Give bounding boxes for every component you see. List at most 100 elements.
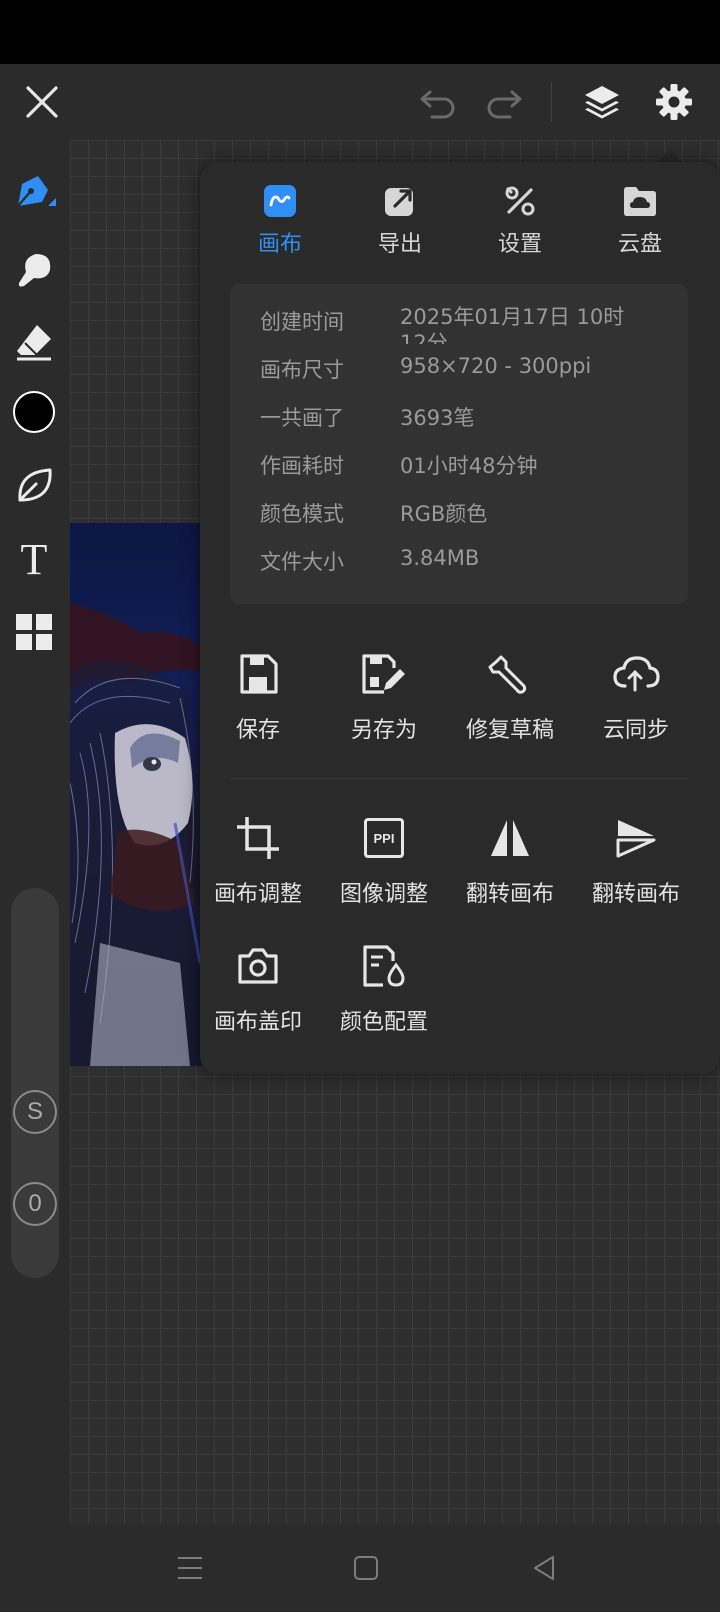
flip-vertical-button[interactable]: 翻转画布: [571, 812, 701, 922]
flip-horizontal-icon: [491, 820, 529, 856]
export-icon: [385, 188, 413, 216]
cloud-sync-icon: [613, 656, 660, 692]
cloud-folder-icon: [624, 187, 656, 216]
cloud-sync-button[interactable]: 云同步: [571, 648, 701, 758]
save-icon: [240, 654, 278, 694]
color-profile-button[interactable]: 颜色配置: [319, 940, 449, 1050]
image-adjust-button[interactable]: PPI 图像调整: [319, 812, 449, 922]
info-row-size: 画布尺寸 958×720 - 300ppi: [230, 348, 688, 392]
tab-cloud-label: 云盘: [617, 232, 662, 257]
info-value: 2025年01月17日 10时12分: [400, 305, 625, 344]
menu-icon: [178, 1557, 202, 1579]
info-key: 画布尺寸: [260, 358, 344, 382]
tab-cloud[interactable]: 云盘: [580, 184, 700, 264]
tools-icon: [505, 186, 535, 216]
tab-canvas-label: 画布: [257, 232, 302, 257]
ppi-icon: PPI: [364, 818, 404, 858]
top-bar: [0, 64, 720, 140]
back-icon: [534, 1556, 554, 1580]
tool-pen[interactable]: [10, 168, 58, 216]
canvas-info-panel: 创建时间 2025年01月17日 10时12分 画布尺寸 958×720 - 3…: [230, 284, 688, 604]
wrench-icon: [488, 655, 527, 694]
layers-button[interactable]: [578, 78, 626, 126]
repair-draft-label: 修复草稿: [465, 718, 554, 743]
info-value: 3.84MB: [400, 546, 480, 570]
save-as-label: 另存为: [350, 718, 417, 743]
tool-sidebar: T S 0: [0, 140, 70, 1524]
canvas-adjust-label: 画布调整: [213, 882, 302, 907]
canvas-adjust-button[interactable]: 画布调整: [193, 812, 323, 922]
settings-button[interactable]: [650, 78, 698, 126]
opacity-knob[interactable]: 0: [13, 1182, 57, 1226]
menu-button[interactable]: [170, 1548, 210, 1588]
info-key: 作画耗时: [260, 454, 344, 478]
redo-button[interactable]: [480, 80, 528, 124]
save-as-icon: [362, 654, 405, 694]
tool-shape[interactable]: [10, 462, 58, 510]
ppi-icon-text: PPI: [373, 830, 395, 846]
info-key: 文件大小: [260, 550, 344, 574]
info-key: 一共画了: [260, 406, 344, 430]
tab-settings[interactable]: 设置: [460, 184, 580, 264]
info-key: 创建时间: [260, 310, 344, 334]
info-row-duration: 作画耗时 01小时48分钟: [230, 444, 688, 488]
canvas-stamp-label: 画布盖印: [213, 1010, 302, 1035]
color-swatch-button[interactable]: [10, 388, 58, 436]
info-row-file-size: 文件大小 3.84MB: [230, 540, 688, 584]
cloud-sync-label: 云同步: [602, 718, 669, 743]
save-as-button[interactable]: 另存为: [319, 648, 449, 758]
tab-canvas[interactable]: 画布: [220, 184, 340, 264]
system-nav-bar: [0, 1524, 720, 1612]
color-profile-label: 颜色配置: [339, 1010, 428, 1035]
flip-horizontal-button[interactable]: 翻转画布: [445, 812, 575, 922]
info-value: 01小时48分钟: [400, 454, 538, 478]
tab-export[interactable]: 导出: [340, 184, 460, 264]
canvas-menu-popup: 画布 导出 设置 云盘 创建时间 2025年01月17日 10时12分 画布尺寸: [200, 162, 720, 1074]
crop-icon: [237, 817, 279, 859]
brush-size-knob-label: S: [26, 1098, 43, 1125]
info-value: RGB颜色: [400, 502, 488, 526]
camera-icon: [238, 948, 278, 984]
tool-eraser[interactable]: [10, 318, 58, 366]
color-profile-icon: [363, 945, 405, 987]
back-button[interactable]: [524, 1548, 564, 1588]
save-label: 保存: [235, 718, 280, 743]
info-row-color-mode: 颜色模式 RGB颜色: [230, 492, 688, 536]
leaf-icon: [18, 468, 52, 502]
tool-text[interactable]: T: [10, 536, 58, 584]
undo-button[interactable]: [414, 80, 462, 124]
info-value: 3693笔: [400, 406, 475, 430]
flip-vertical-icon: [616, 820, 656, 858]
tool-smudge[interactable]: [10, 246, 58, 294]
flip-vertical-label: 翻转画布: [591, 882, 680, 907]
gear-icon: [656, 84, 692, 120]
save-button[interactable]: 保存: [193, 648, 323, 758]
actions-divider: [230, 778, 688, 779]
brush-size-knob[interactable]: S: [13, 1090, 57, 1134]
repair-draft-button[interactable]: 修复草稿: [445, 648, 575, 758]
info-value: 958×720 - 300ppi: [400, 354, 592, 378]
topbar-separator: [551, 82, 552, 122]
layers-icon: [585, 86, 619, 119]
pen-icon: [17, 176, 56, 207]
smudge-icon: [18, 254, 51, 287]
redo-icon: [487, 90, 522, 119]
info-key: 颜色模式: [260, 502, 344, 526]
artwork-image: [70, 523, 210, 1066]
info-row-created: 创建时间 2025年01月17日 10时12分: [230, 300, 688, 344]
home-icon: [354, 1556, 378, 1580]
home-button[interactable]: [346, 1548, 386, 1588]
grid-icon: [16, 614, 52, 650]
undo-icon: [420, 90, 455, 119]
status-bar: [0, 0, 720, 64]
tab-export-label: 导出: [377, 232, 422, 257]
color-swatch: [13, 391, 55, 433]
canvas-icon: [264, 185, 296, 217]
close-icon: [26, 86, 58, 118]
text-icon: T: [20, 535, 48, 584]
canvas-stamp-button[interactable]: 画布盖印: [193, 940, 323, 1050]
flip-horizontal-label: 翻转画布: [465, 882, 554, 907]
close-button[interactable]: [18, 78, 66, 126]
info-row-strokes: 一共画了 3693笔: [230, 396, 688, 440]
tool-grid[interactable]: [10, 608, 58, 656]
